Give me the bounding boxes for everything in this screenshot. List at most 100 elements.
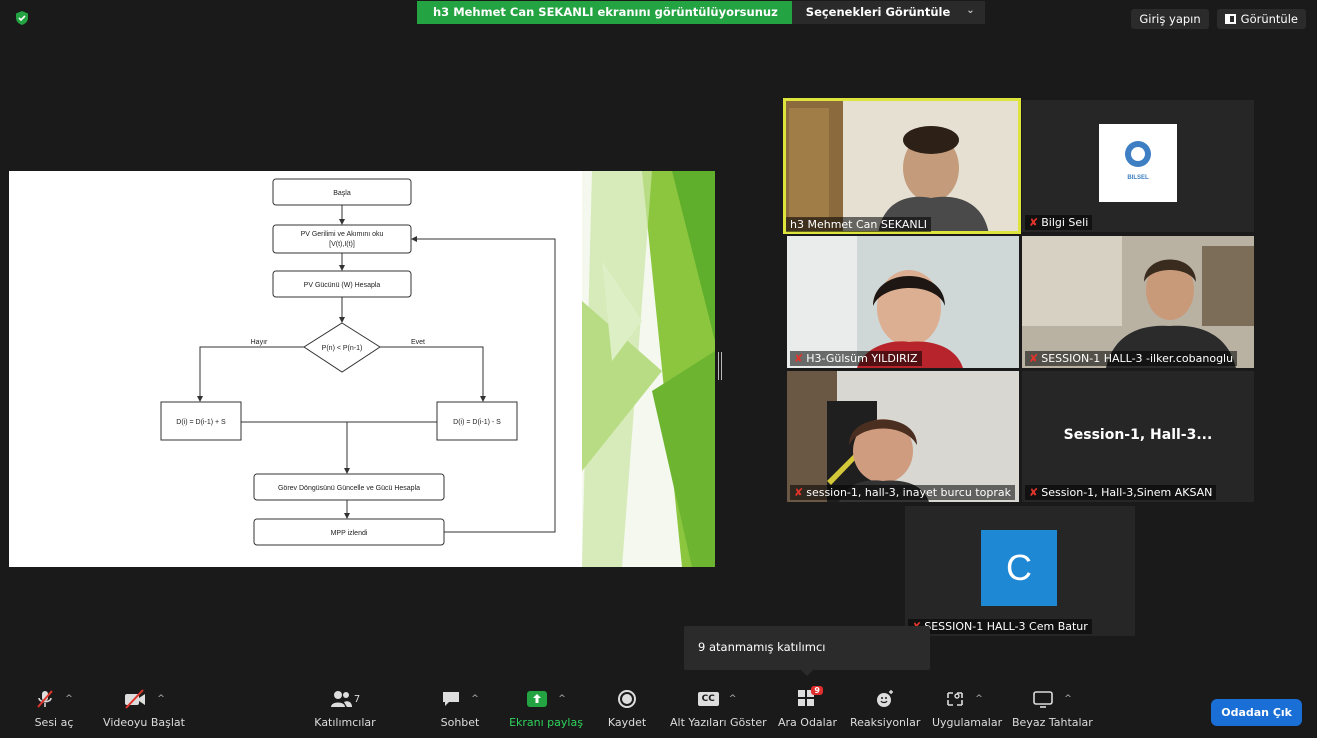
participants-icon <box>330 691 352 707</box>
muted-mic-icon: ✘ <box>794 352 804 365</box>
video-tile[interactable]: ✘ H3-Gülsüm YILDIRIZ <box>787 236 1019 368</box>
view-options-label: Seçenekleri Görüntüle <box>805 5 951 19</box>
breakout-rooms-label: Ara Odalar <box>778 716 837 729</box>
flow-right-box: D(i) = D(i-1) - S <box>453 419 501 426</box>
chevron-down-icon: ⌄ <box>966 5 975 16</box>
sharing-status-text: h3 Mehmet Can SEKANLI ekranını görüntülü… <box>417 1 792 24</box>
captions-button[interactable]: CC ^ Alt Yazıları Göster <box>670 688 767 729</box>
breakout-badge: 9 <box>811 685 823 695</box>
chevron-up-icon[interactable]: ^ <box>471 694 479 704</box>
muted-mic-icon: ✘ <box>1029 216 1039 229</box>
participant-name: SESSION-1 HALL-3 Cem Batur <box>924 620 1088 633</box>
video-tile-speaker[interactable]: h3 Mehmet Can SEKANLI <box>783 98 1021 234</box>
reactions-button[interactable]: Reaksiyonlar <box>850 688 920 729</box>
organization-logo: BILSEL <box>1099 124 1177 202</box>
reactions-label: Reaksiyonlar <box>850 716 921 729</box>
participants-button[interactable]: 7 Katılımcılar <box>314 688 376 729</box>
participant-name: Session-1, Hall-3,Sinem AKSAN <box>1041 486 1213 499</box>
record-icon <box>618 690 636 708</box>
record-button[interactable]: Kaydet <box>606 688 648 729</box>
top-right-controls: Giriş yapın Görüntüle <box>1131 9 1306 29</box>
flow-calc-power: PV Gücünü (W) Hesapla <box>304 282 381 289</box>
view-button[interactable]: Görüntüle <box>1216 9 1306 29</box>
video-tile[interactable]: BILSEL ✘ Bilgi Seli <box>1022 100 1254 232</box>
apps-button[interactable]: ^ Uygulamalar <box>932 688 1003 729</box>
participant-name: H3-Gülsüm YILDIRIZ <box>806 352 918 365</box>
shield-icon[interactable] <box>14 10 30 26</box>
start-video-label: Videoyu Başlat <box>103 716 185 729</box>
participant-label: ✘ SESSION-1 HALL-3 -ilker.cobanoglu <box>1025 351 1238 366</box>
meeting-toolbar: ^ Sesi aç ^ Videoyu Başlat 7 Katılımcıla… <box>0 680 1317 738</box>
record-label: Kaydet <box>607 716 647 729</box>
layout-icon <box>1224 14 1236 24</box>
start-video-button[interactable]: ^ Videoyu Başlat <box>98 688 190 729</box>
chevron-up-icon[interactable]: ^ <box>729 694 737 704</box>
participant-label: ✘ Bilgi Seli <box>1025 215 1093 230</box>
participant-label: ✘ session-1, hall-3, inayet burcu toprak <box>790 485 1015 500</box>
participant-name: h3 Mehmet Can SEKANLI <box>790 218 927 231</box>
breakout-rooms-icon: 9 <box>797 685 823 710</box>
flow-yes-label: Evet <box>411 339 425 346</box>
smiley-icon <box>877 690 893 707</box>
closed-captions-icon: CC <box>697 692 719 706</box>
chevron-up-icon[interactable]: ^ <box>65 694 73 704</box>
screen-share-banner: h3 Mehmet Can SEKANLI ekranını görüntülü… <box>417 1 985 24</box>
view-label: Görüntüle <box>1240 12 1298 26</box>
resize-handle[interactable] <box>718 352 722 380</box>
video-feed <box>787 236 1019 368</box>
avatar: C <box>981 530 1057 606</box>
video-tile[interactable]: ✘ session-1, hall-3, inayet burcu toprak <box>787 371 1019 502</box>
leave-room-button[interactable]: Odadan Çık <box>1211 699 1302 726</box>
participant-label: ✘ Session-1, Hall-3,Sinem AKSAN <box>1025 485 1217 500</box>
participant-label: ✘ H3-Gülsüm YILDIRIZ <box>790 351 922 366</box>
flow-read-pv-line1: PV Gerilimi ve Akımını oku <box>301 231 384 238</box>
flow-no-label: Hayır <box>251 339 268 346</box>
chevron-up-icon[interactable]: ^ <box>975 694 983 704</box>
whiteboard-icon <box>1033 691 1054 708</box>
muted-mic-icon: ✘ <box>1029 486 1039 499</box>
flow-decision: P(n) < P(n-1) <box>322 345 363 352</box>
chevron-up-icon[interactable]: ^ <box>157 694 165 704</box>
muted-mic-icon: ✘ <box>794 486 804 499</box>
sign-in-button[interactable]: Giriş yapın <box>1131 9 1209 29</box>
shared-screen[interactable]: Başla PV Gerilimi ve Akımını oku [V(t),I… <box>9 171 715 567</box>
chevron-up-icon[interactable]: ^ <box>558 694 566 704</box>
video-tile[interactable]: Session-1, Hall-3... ✘ Session-1, Hall-3,… <box>1022 371 1254 502</box>
chat-icon <box>443 692 460 706</box>
flow-start: Başla <box>333 190 351 197</box>
apps-label: Uygulamalar <box>932 716 1003 729</box>
participant-name: session-1, hall-3, inayet burcu toprak <box>806 486 1011 499</box>
view-options-button[interactable]: Seçenekleri Görüntüle ⌄ <box>791 1 985 24</box>
video-feed <box>787 371 1019 502</box>
whiteboards-button[interactable]: ^ Beyaz Tahtalar <box>1012 688 1093 729</box>
flow-left-box: D(i) = D(i-1) + S <box>176 419 226 426</box>
flow-mpp: MPP izlendi <box>331 530 368 537</box>
video-tile[interactable]: C ✘SESSION-1 HALL-3 Cem Batur <box>905 506 1135 636</box>
unmute-button[interactable]: ^ Sesi aç <box>24 688 84 729</box>
unassigned-participants-tooltip: 9 atanmamış katılımcı <box>684 626 930 676</box>
whiteboards-label: Beyaz Tahtalar <box>1012 716 1093 729</box>
participant-label: h3 Mehmet Can SEKANLI <box>786 217 931 232</box>
slide-decoration <box>582 171 715 567</box>
muted-microphone-icon <box>37 690 53 708</box>
participant-name: Bilgi Seli <box>1041 216 1089 229</box>
sign-in-label: Giriş yapın <box>1139 12 1201 26</box>
chevron-up-icon[interactable]: ^ <box>1064 694 1072 704</box>
breakout-rooms-button[interactable]: 9 Ara Odalar <box>778 685 837 729</box>
video-off-icon <box>125 689 146 709</box>
participant-name: SESSION-1 HALL-3 -ilker.cobanoglu <box>1041 352 1234 365</box>
participants-count: 7 <box>353 693 361 705</box>
apps-icon <box>947 692 964 706</box>
participant-display-name: Session-1, Hall-3... <box>1063 427 1213 443</box>
video-feed <box>1022 236 1254 368</box>
participant-label: ✘SESSION-1 HALL-3 Cem Batur <box>908 619 1092 634</box>
flow-update-duty: Görev Döngüsünü Güncelle ve Gücü Hesapla <box>278 485 420 492</box>
captions-label: Alt Yazıları Göster <box>670 716 767 729</box>
chat-button[interactable]: ^ Sohbet <box>432 688 488 729</box>
video-tile[interactable]: ✘ SESSION-1 HALL-3 -ilker.cobanoglu <box>1022 236 1254 368</box>
share-screen-button[interactable]: ^ Ekranı paylaş <box>508 688 584 729</box>
flow-read-pv-line2: [V(t),I(t)] <box>329 241 355 248</box>
flowchart: Başla PV Gerilimi ve Akımını oku [V(t),I… <box>160 178 556 546</box>
video-feed <box>783 98 1021 234</box>
muted-mic-icon: ✘ <box>1029 352 1039 365</box>
